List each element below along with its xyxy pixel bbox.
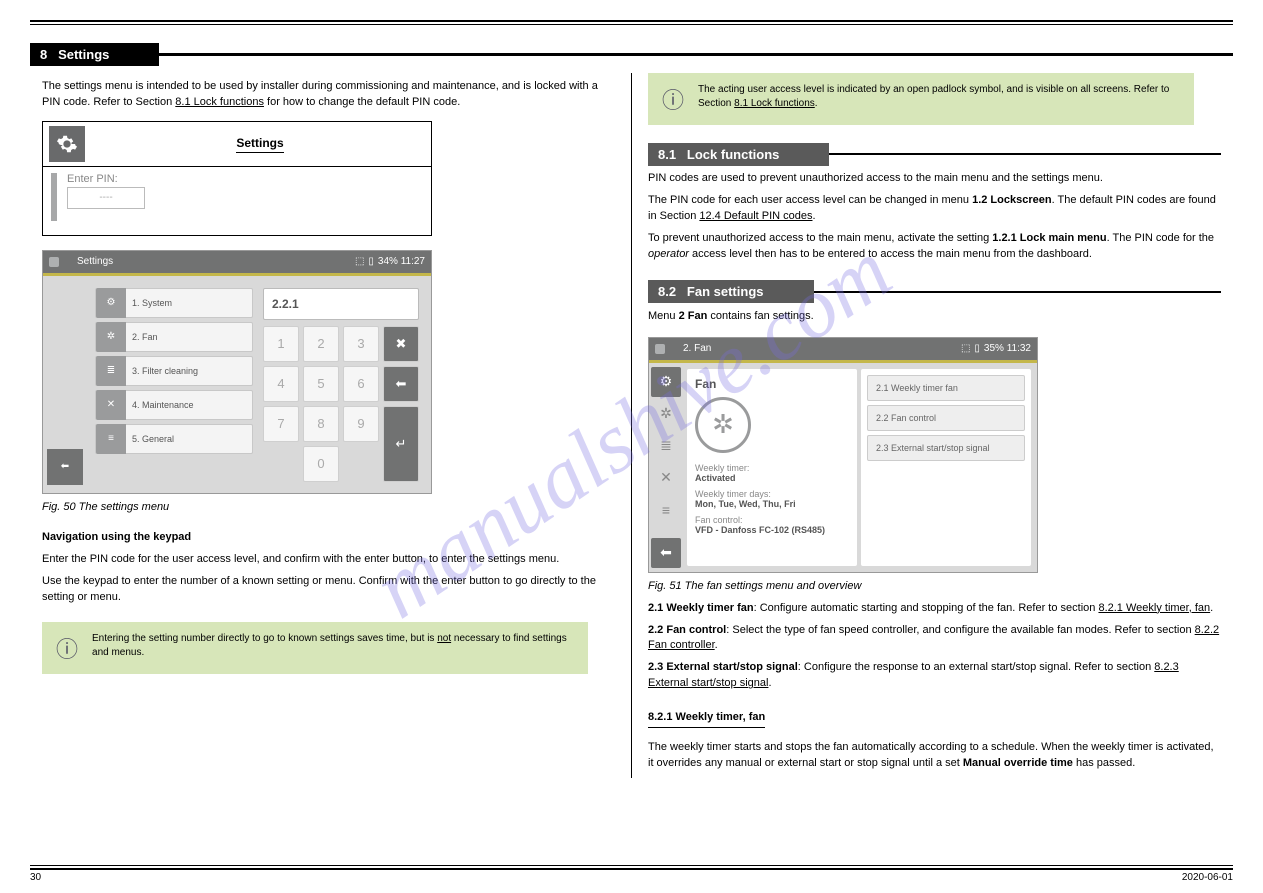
info-icon: ⓘ [56, 632, 78, 664]
section-8-num: 8 [40, 47, 47, 62]
footer-date: 2020-06-01 [1182, 872, 1233, 883]
right-column: ⓘ The acting user access level is indica… [636, 73, 1233, 778]
nav-p1: Enter the PIN code for the user access l… [42, 552, 615, 568]
r-p7: 2.3 External start/stop signal: Configur… [648, 660, 1221, 692]
settings-screenshot: Settings ⬚ ▯ 34% 11:27 ⚙1. System ✲2. Fa… [42, 250, 432, 494]
r-p3: To prevent unauthorized access to the ma… [648, 231, 1221, 263]
ref-lock-functions-2: 8.1 Lock functions [734, 98, 815, 109]
menu-general[interactable]: ≡5. General [95, 424, 253, 454]
battery-icon: ▯ [368, 256, 374, 267]
h-821: 8.2.1 Weekly timer, fan [648, 710, 765, 728]
r-p6: 2.2 Fan control: Select the type of fan … [648, 623, 1221, 655]
fan-screenshot: 2. Fan ⬚ ▯ 35% 11:32 ⚙ ✲ ≣ ✕ ≡ [648, 337, 1038, 573]
btn-weekly-timer[interactable]: 2.1 Weekly timer fan [867, 375, 1025, 401]
key-4[interactable]: 4 [263, 366, 299, 402]
menu-filter[interactable]: ≣3. Filter cleaning [95, 356, 253, 386]
ui1-title: Settings [77, 256, 113, 267]
r-p2: The PIN code for each user access level … [648, 193, 1221, 225]
note-box-left: ⓘ Entering the setting number directly t… [42, 622, 588, 674]
fig51-caption: Fig. 51 The fan settings menu and overvi… [648, 579, 1221, 595]
side-gear-icon[interactable]: ⚙ [651, 367, 681, 397]
side-sliders-icon[interactable]: ≡ [651, 495, 681, 525]
section-82-bar: 8.2 Fan settings [648, 281, 1221, 303]
side-fan-icon[interactable]: ✲ [651, 399, 681, 429]
ref-default-pin: 12.4 Default PIN codes [699, 210, 812, 222]
stat-weekly-days: Weekly timer days:Mon, Tue, Wed, Thu, Fr… [695, 489, 849, 509]
section-81-bar: 8.1 Lock functions [648, 143, 1221, 165]
top-rule-thick [30, 20, 1233, 22]
side-back-button[interactable]: ⬅ [651, 538, 681, 568]
wrench-icon: ✕ [96, 390, 126, 420]
stat-fan-control: Fan control:VFD - Danfoss FC-102 (RS485) [695, 515, 849, 535]
key-3[interactable]: 3 [343, 326, 379, 362]
enter-icon: ↵ [396, 436, 407, 452]
btn-external-signal[interactable]: 2.3 External start/stop signal [867, 435, 1025, 461]
section-8-title: Settings [58, 47, 109, 62]
ui2-title: 2. Fan [683, 343, 711, 354]
key-7[interactable]: 7 [263, 406, 299, 442]
fan-panel-title: Fan [695, 377, 849, 391]
fan-icon: ✲ [96, 322, 126, 352]
r-p1: PIN codes are used to prevent unauthoriz… [648, 171, 1221, 187]
pin-label: Enter PIN: [67, 173, 145, 185]
menu-system[interactable]: ⚙1. System [95, 288, 253, 318]
r-p4: Menu 2 Fan contains fan settings. [648, 309, 1221, 325]
ref-lock-functions: 8.1 Lock functions [175, 96, 264, 108]
key-enter[interactable]: ↵ [383, 406, 419, 482]
r-p8: The weekly timer starts and stops the fa… [648, 740, 1221, 772]
section-8-bar: 8 Settings [30, 43, 1233, 65]
filter-icon: ≣ [96, 356, 126, 386]
pin-input[interactable]: ---- [67, 187, 145, 209]
ui2-status: 35% 11:32 [984, 343, 1031, 354]
network-icon: ⬚ [355, 256, 364, 267]
key-8[interactable]: 8 [303, 406, 339, 442]
nav-heading: Navigation using the keypad [42, 530, 615, 546]
key-2[interactable]: 2 [303, 326, 339, 362]
btn-fan-control[interactable]: 2.2 Fan control [867, 405, 1025, 431]
network-icon: ⬚ [961, 343, 970, 354]
side-filter-icon[interactable]: ≣ [651, 431, 681, 461]
gear-icon: ⚙ [96, 288, 126, 318]
key-5[interactable]: 5 [303, 366, 339, 402]
nav-p2: Use the keypad to enter the number of a … [42, 574, 615, 606]
sliders-icon: ≡ [96, 424, 126, 454]
gears-icon [49, 126, 85, 162]
left-column: The settings menu is intended to be used… [30, 73, 627, 778]
page-number: 30 [30, 872, 41, 883]
key-9[interactable]: 9 [343, 406, 379, 442]
ui1-status: 34% 11:27 [378, 256, 425, 267]
side-wrench-icon[interactable]: ✕ [651, 463, 681, 493]
key-clear[interactable]: ✖ [383, 326, 419, 362]
key-1[interactable]: 1 [263, 326, 299, 362]
fig50-caption: Fig. 50 The settings menu [42, 500, 615, 516]
fan-large-icon: ✲ [695, 397, 751, 453]
arrow-left-icon: ⬅ [396, 376, 407, 392]
back-button[interactable]: ⬅ [47, 449, 83, 485]
key-6[interactable]: 6 [343, 366, 379, 402]
pinbox-title: Settings [236, 136, 283, 153]
pin-side-bar [51, 173, 57, 221]
top-rule-thin [30, 24, 1233, 25]
note-box-right: ⓘ The acting user access level is indica… [648, 73, 1194, 125]
close-icon: ✖ [396, 336, 407, 352]
stat-weekly-timer: Weekly timer:Activated [695, 463, 849, 483]
logo-icon [49, 257, 59, 267]
menu-maintenance[interactable]: ✕4. Maintenance [95, 390, 253, 420]
ref-821: 8.2.1 Weekly timer, fan [1098, 602, 1210, 614]
arrow-left-icon: ⬅ [61, 461, 69, 472]
r-p5: 2.1 Weekly timer fan: Configure automati… [648, 601, 1221, 617]
key-0[interactable]: 0 [303, 446, 339, 482]
key-backspace[interactable]: ⬅ [383, 366, 419, 402]
page-footer: 30 2020-06-01 [30, 865, 1233, 883]
keypad-display: 2.2.1 [263, 288, 419, 320]
battery-icon: ▯ [974, 343, 980, 354]
menu-fan[interactable]: ✲2. Fan [95, 322, 253, 352]
pin-entry-box: Settings Enter PIN: ---- [42, 121, 432, 236]
info-icon: ⓘ [662, 83, 684, 115]
logo-icon [655, 344, 665, 354]
left-p1: The settings menu is intended to be used… [42, 79, 615, 111]
column-divider [631, 73, 632, 778]
